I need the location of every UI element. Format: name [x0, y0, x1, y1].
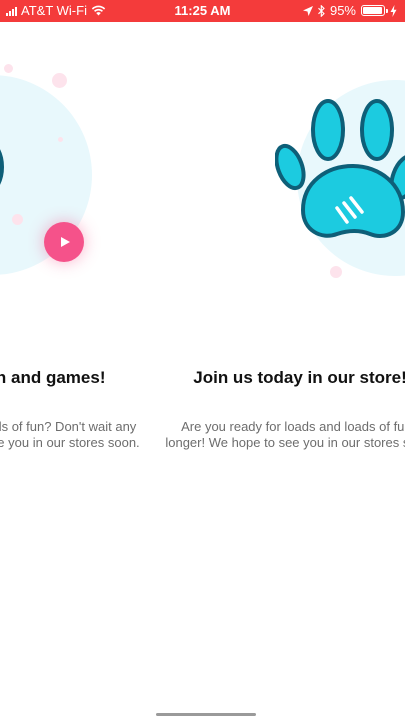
paw-icon: [275, 99, 405, 238]
decor-dot: [4, 64, 13, 73]
bluetooth-icon: [318, 4, 325, 17]
battery-icon: [361, 5, 388, 16]
slide-title: Join us today in our store!: [193, 368, 405, 387]
slide-body-line: longer! We hope to see you in our stores…: [165, 435, 405, 450]
slide-body: Are you ready for loads and loads of fun…: [120, 419, 405, 451]
location-arrow-icon: [302, 5, 313, 16]
paw-icon: [0, 149, 4, 185]
status-bar: AT&T Wi-Fi 11:25 AM 95%: [0, 0, 405, 22]
play-button[interactable]: [44, 222, 84, 262]
decor-dot: [58, 137, 63, 142]
onboarding-carousel[interactable]: Have fun and games! Are you ready for lo…: [0, 22, 405, 692]
battery-percent: 95%: [329, 3, 356, 18]
slide-body-line: Are you ready for loads and loads of fun…: [181, 419, 405, 434]
status-icons: 95%: [302, 3, 397, 18]
charging-bolt-icon: [390, 4, 397, 17]
battery-fill: [363, 7, 382, 14]
home-indicator[interactable]: [156, 713, 256, 716]
slide-title: Have fun and games!: [0, 368, 106, 387]
decor-dot: [330, 266, 342, 278]
decor-dot: [52, 73, 67, 88]
onboarding-slide-2: Join us today in our store! Are you read…: [150, 22, 405, 692]
play-icon: [60, 237, 70, 247]
